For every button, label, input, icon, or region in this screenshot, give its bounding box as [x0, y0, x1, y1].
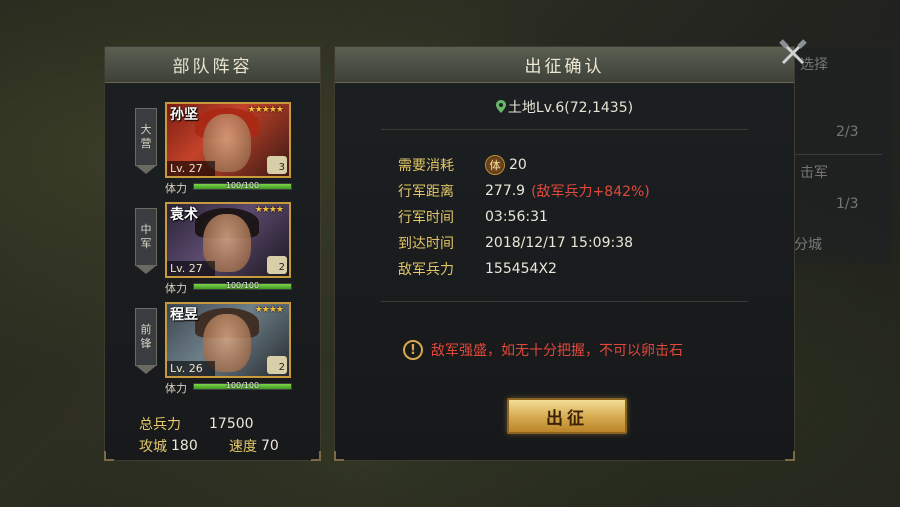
warning-text: 敌军强盛，如无十分把握，不可以卵击石 — [431, 343, 683, 359]
arrival-label: 到达时间 — [398, 236, 454, 252]
stamina-icon: 体 — [485, 155, 505, 175]
position-banner: 大 营 — [135, 108, 157, 174]
divider — [381, 301, 748, 302]
enemy-strength-note: (敌军兵力+842%) — [531, 184, 650, 200]
general-slot-vanguard[interactable]: 前 锋 程昱 ★★★★ Lv. 26 2 体力 100/100 — [105, 302, 322, 395]
ghost-text: 击军 — [800, 165, 828, 181]
star-rating: ★★★★★ — [247, 105, 284, 115]
general-level: Lv. 27 — [167, 161, 215, 176]
troop-formation-panel: 部队阵容 大 营 孙坚 ★★★★★ Lv. 27 3 体力 100/100 中 … — [104, 46, 321, 461]
location-text: 土地Lv.6(72,1435) — [507, 100, 634, 116]
general-slot-camp[interactable]: 大 营 孙坚 ★★★★★ Lv. 27 3 体力 100/100 — [105, 102, 322, 195]
march-button[interactable]: 出征 — [507, 398, 627, 434]
general-card[interactable]: 孙坚 ★★★★★ Lv. 27 3 — [165, 102, 291, 178]
ghost-text: 1/3 — [836, 196, 859, 212]
stamina-value: 100/100 — [225, 281, 260, 290]
target-location[interactable]: 土地Lv.6(72,1435) — [335, 97, 794, 117]
march-info: 需要消耗 体 20 行军距离 277.9 (敌军兵力+842%) 行军时间 03… — [398, 152, 650, 282]
dialog-title: 出征确认 — [335, 47, 794, 83]
march-confirm-dialog: 出征确认 土地Lv.6(72,1435) 需要消耗 体 20 行军距离 277.… — [334, 46, 795, 461]
enemy-troops-value: 155454X2 — [485, 261, 557, 277]
close-button[interactable] — [776, 36, 810, 70]
speed-label: 速度 — [229, 439, 257, 455]
duration-label: 行军时间 — [398, 210, 454, 226]
panel-title: 部队阵容 — [105, 47, 320, 83]
arrival-value: 2018/12/17 15:09:38 — [485, 235, 634, 251]
troop-stats: 总兵力 17500 攻城 180 速度 70 — [139, 413, 279, 457]
general-card[interactable]: 程昱 ★★★★ Lv. 26 2 — [165, 302, 291, 378]
total-troops-label: 总兵力 — [139, 417, 181, 433]
troop-type-badge: 2 — [267, 256, 287, 274]
siege-label: 攻城 — [139, 439, 167, 455]
general-name: 袁术 — [170, 207, 198, 223]
stamina-label: 体力 — [165, 382, 187, 395]
stamina-bar: 100/100 — [193, 181, 292, 190]
star-rating: ★★★★ — [254, 305, 284, 315]
general-name: 程昱 — [170, 307, 198, 323]
close-icon — [779, 39, 807, 65]
general-card[interactable]: 袁术 ★★★★ Lv. 27 2 — [165, 202, 291, 278]
star-rating: ★★★★ — [254, 205, 284, 215]
total-troops-value: 17500 — [209, 416, 254, 432]
stamina-value: 100/100 — [225, 381, 260, 390]
general-slot-center[interactable]: 中 军 袁术 ★★★★ Lv. 27 2 体力 100/100 — [105, 202, 322, 295]
stamina-bar: 100/100 — [193, 281, 292, 290]
troop-type-badge: 3 — [267, 156, 287, 174]
position-banner: 前 锋 — [135, 308, 157, 374]
general-name: 孙坚 — [170, 107, 198, 123]
cost-label: 需要消耗 — [398, 158, 454, 174]
warning-message: ! 敌军强盛，如无十分把握，不可以卵击石 — [403, 340, 683, 360]
stamina-label: 体力 — [165, 282, 187, 295]
ghost-text: 分城 — [794, 237, 822, 253]
info-row-arrival: 到达时间 2018/12/17 15:09:38 — [398, 230, 650, 256]
siege-value: 180 — [171, 438, 198, 454]
info-row-distance: 行军距离 277.9 (敌军兵力+842%) — [398, 178, 650, 204]
enemy-troops-label: 敌军兵力 — [398, 262, 454, 278]
stamina-bar: 100/100 — [193, 381, 292, 390]
info-row-duration: 行军时间 03:56:31 — [398, 204, 650, 230]
speed-value: 70 — [261, 438, 279, 454]
stamina-label: 体力 — [165, 182, 187, 195]
general-level: Lv. 26 — [167, 361, 215, 376]
position-banner: 中 军 — [135, 208, 157, 274]
info-row-enemy: 敌军兵力 155454X2 — [398, 256, 650, 282]
cost-value: 20 — [509, 157, 527, 173]
warning-icon: ! — [403, 340, 423, 360]
stamina-value: 100/100 — [225, 181, 260, 190]
info-row-cost: 需要消耗 体 20 — [398, 152, 650, 178]
ghost-text: 2/3 — [836, 124, 859, 140]
distance-value: 277.9 — [485, 183, 526, 199]
general-level: Lv. 27 — [167, 261, 215, 276]
duration-value: 03:56:31 — [485, 209, 548, 225]
distance-label: 行军距离 — [398, 184, 454, 200]
divider — [381, 129, 748, 130]
pin-icon — [495, 100, 506, 113]
troop-type-badge: 2 — [267, 356, 287, 374]
